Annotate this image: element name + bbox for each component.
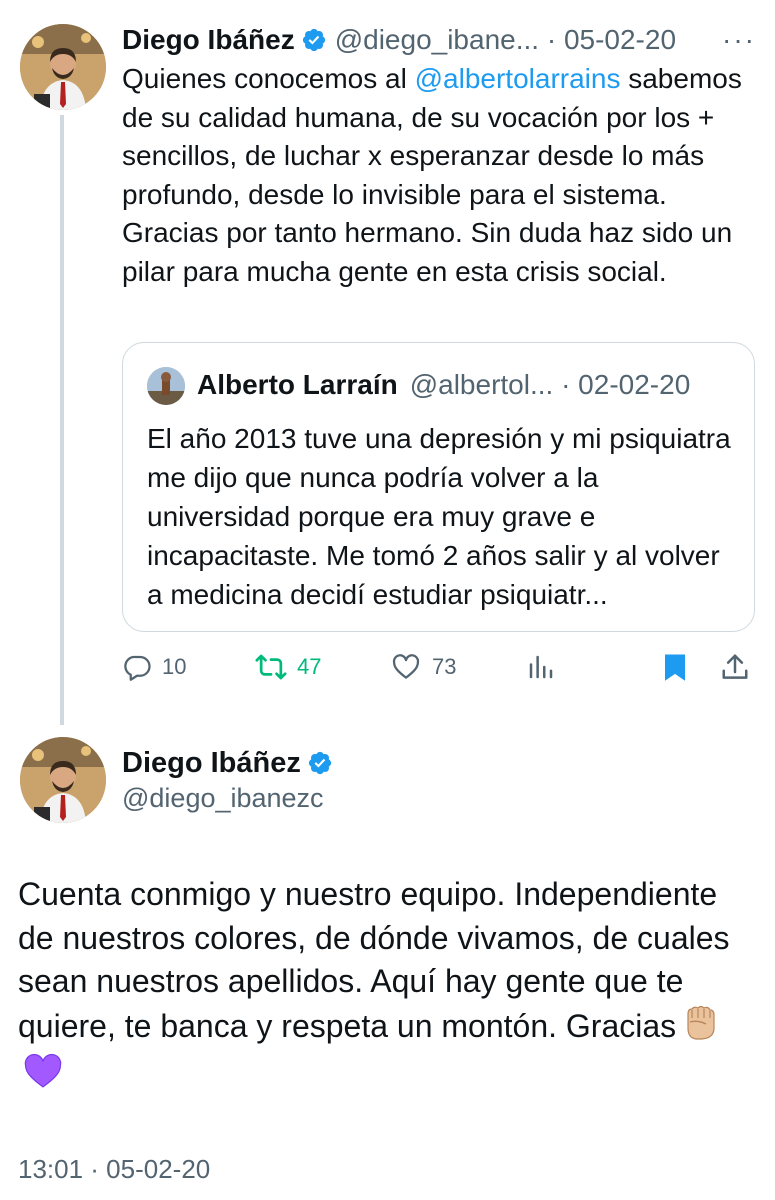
quoted-author-avatar [147, 367, 185, 405]
verified-badge-icon [301, 27, 327, 53]
mention-link[interactable]: @albertolarrains [415, 63, 621, 94]
reply-text-block: Cuenta conmigo y nuestro equipo. Indepen… [18, 873, 758, 1101]
reply-icon [122, 652, 152, 682]
like-icon [390, 652, 422, 682]
share-button[interactable] [720, 645, 750, 689]
like-count: 73 [432, 654, 457, 679]
views-button[interactable] [526, 645, 556, 689]
share-icon [720, 651, 750, 683]
quoted-handle-and-date: @albertol... · 02-02-20 [409, 369, 691, 400]
retweet-button[interactable]: 47 [255, 645, 321, 689]
like-button[interactable]: 73 [390, 645, 456, 689]
more-icon[interactable]: ··· [722, 24, 756, 56]
reply-count: 10 [162, 654, 187, 679]
tweet-text-rest: sabemos de su calidad humana, de su voca… [122, 63, 742, 287]
reply-timestamp[interactable]: 13:01 · 05-02-20 [18, 1154, 210, 1185]
quoted-tweet-card[interactable]: Alberto Larraín @albertol... · 02-02-20 … [122, 342, 755, 632]
views-icon [526, 652, 556, 682]
reply-author-header: Diego Ibáñez [122, 745, 341, 781]
tweet-text-start: Quienes conocemos al [122, 63, 415, 94]
tweet-actions-bar: 10 47 73 [122, 645, 762, 689]
retweet-icon [255, 652, 287, 682]
thread-connector-line [60, 115, 64, 725]
bookmark-icon [660, 651, 690, 683]
quoted-tweet-text: El año 2013 tuve una depresión y mi psiq… [147, 423, 731, 610]
reply-text: Cuenta conmigo y nuestro equipo. Indepen… [18, 876, 730, 1044]
bookmark-button[interactable] [660, 645, 690, 689]
reply-button[interactable]: 10 [122, 645, 186, 689]
author-name[interactable]: Diego Ibáñez [122, 24, 295, 56]
reply-author-avatar[interactable] [20, 737, 106, 823]
reply-author-handle[interactable]: @diego_ibanezc [122, 783, 324, 814]
raised-fist-emoji [682, 1004, 718, 1054]
tweet-text: Quienes conocemos al @albertolarrains sa… [122, 60, 762, 291]
purple-heart-emoji [24, 1053, 62, 1101]
quoted-tweet-header: Alberto Larraín @albertol... · 02-02-20 [197, 365, 690, 405]
tweet-header: Diego Ibáñez @diego_ibane... · 05-02-20 [122, 20, 762, 60]
retweet-count: 47 [297, 654, 322, 679]
quoted-author-name: Alberto Larraín [197, 369, 398, 400]
author-avatar[interactable] [20, 24, 106, 110]
reply-verified-badge-icon [307, 750, 333, 776]
handle-and-date: @diego_ibane... · 05-02-20 [334, 24, 677, 55]
reply-author-name[interactable]: Diego Ibáñez [122, 747, 301, 780]
